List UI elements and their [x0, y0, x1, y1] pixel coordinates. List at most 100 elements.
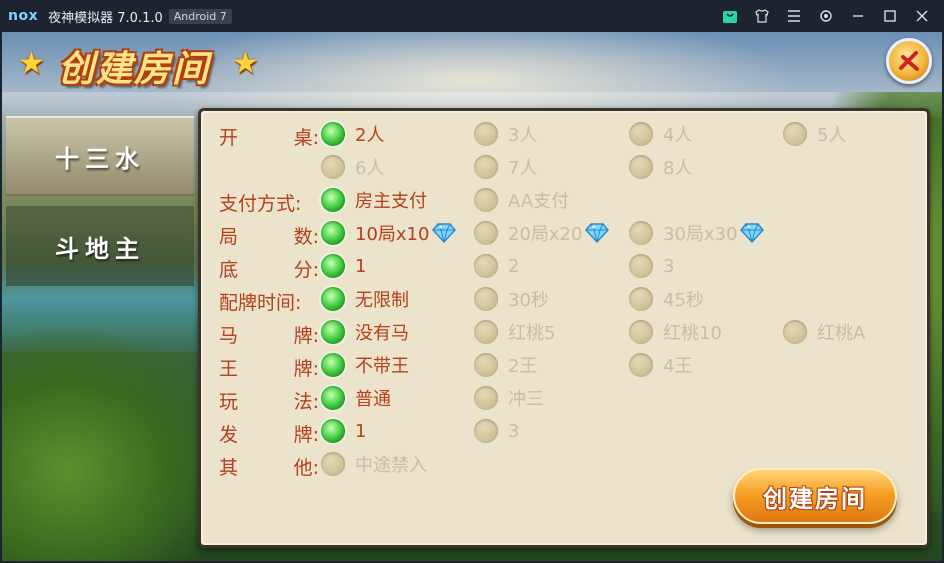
radio-option[interactable]: 中途禁入	[321, 451, 427, 477]
setting-label: 马 牌:	[219, 321, 319, 348]
sidebar-item-doudizhu[interactable]: 斗地主	[6, 206, 194, 286]
radio-option[interactable]: 冲三	[474, 385, 544, 411]
window-controls	[714, 0, 938, 32]
radio-option-label: 2王	[508, 356, 538, 377]
radio-option-label: 3人	[508, 125, 538, 146]
setting-label-part: 牌:	[293, 424, 319, 446]
radio-unchecked-icon[interactable]	[629, 353, 653, 377]
radio-option[interactable]: 红桃A	[783, 319, 865, 345]
radio-option-label: 7人	[508, 158, 538, 179]
radio-option[interactable]: 4王	[629, 352, 692, 378]
create-room-button[interactable]: 创建房间	[733, 468, 897, 524]
radio-option[interactable]: AA支付	[474, 187, 569, 213]
window-titlebar: nox 夜神模拟器 7.0.1.0 Android 7	[0, 0, 944, 32]
radio-unchecked-icon[interactable]	[629, 254, 653, 278]
radio-unchecked-icon[interactable]	[474, 287, 498, 311]
radio-unchecked-icon[interactable]	[783, 320, 807, 344]
radio-option[interactable]: 30局x30	[629, 220, 765, 246]
radio-option[interactable]: 30秒	[474, 286, 549, 312]
window-title: 夜神模拟器 7.0.1.0	[48, 10, 163, 26]
maximize-icon[interactable]	[874, 0, 906, 32]
radio-option[interactable]: 3人	[474, 121, 537, 147]
radio-unchecked-icon[interactable]	[474, 419, 498, 443]
setting-label: 配牌时间:	[219, 288, 319, 315]
radio-option[interactable]: 6人	[321, 154, 384, 180]
radio-checked-icon[interactable]	[321, 221, 345, 245]
radio-option[interactable]: 20局x20	[474, 220, 610, 246]
close-icon[interactable]	[906, 0, 938, 32]
radio-option-label: 普通	[355, 389, 391, 410]
settings-row: 马 牌: 没有马 红桃5 红桃10 红桃A	[201, 315, 933, 348]
radio-option-label: 中途禁入	[355, 455, 427, 476]
radio-unchecked-icon[interactable]	[474, 254, 498, 278]
radio-option[interactable]: 5人	[783, 121, 846, 147]
radio-option-label: 5人	[817, 125, 847, 146]
gear-icon[interactable]	[810, 0, 842, 32]
radio-unchecked-icon[interactable]	[321, 452, 345, 476]
radio-unchecked-icon[interactable]	[629, 122, 653, 146]
radio-option-label: 4人	[663, 125, 693, 146]
radio-unchecked-icon[interactable]	[629, 287, 653, 311]
radio-checked-icon[interactable]	[321, 320, 345, 344]
radio-option[interactable]: 8人	[629, 154, 692, 180]
radio-option-label: 2人	[355, 125, 385, 146]
radio-unchecked-icon[interactable]	[474, 320, 498, 344]
radio-option-label: 红桃10	[663, 323, 722, 344]
radio-option[interactable]: 普通	[321, 385, 391, 411]
radio-option[interactable]: 1	[321, 253, 366, 279]
menu-icon[interactable]	[778, 0, 810, 32]
radio-option[interactable]: 2王	[474, 352, 537, 378]
diamond-icon	[585, 223, 610, 244]
shirt-icon[interactable]	[746, 0, 778, 32]
sidebar-item-shisanshui[interactable]: 十三水	[6, 116, 194, 196]
radio-checked-icon[interactable]	[321, 122, 345, 146]
radio-option[interactable]: 45秒	[629, 286, 704, 312]
radio-checked-icon[interactable]	[321, 254, 345, 278]
radio-option[interactable]: 1	[321, 418, 366, 444]
setting-label: 底 分:	[219, 255, 319, 282]
close-dialog-button[interactable]	[886, 38, 932, 84]
radio-option[interactable]: 红桃10	[629, 319, 722, 345]
radio-unchecked-icon[interactable]	[474, 221, 498, 245]
radio-option-label: 房主支付	[355, 191, 427, 212]
radio-unchecked-icon[interactable]	[629, 320, 653, 344]
radio-option[interactable]: 没有马	[321, 319, 409, 345]
radio-checked-icon[interactable]	[321, 188, 345, 212]
settings-row: 支付方式: 房主支付 AA支付	[201, 183, 933, 216]
setting-label-part: 其	[219, 457, 239, 479]
radio-option[interactable]: 无限制	[321, 286, 409, 312]
radio-option[interactable]: 房主支付	[321, 187, 427, 213]
radio-unchecked-icon[interactable]	[474, 353, 498, 377]
radio-unchecked-icon[interactable]	[321, 155, 345, 179]
radio-unchecked-icon[interactable]	[474, 386, 498, 410]
radio-option-label: 无限制	[355, 290, 409, 311]
radio-unchecked-icon[interactable]	[474, 122, 498, 146]
radio-option[interactable]: 10局x10	[321, 220, 457, 246]
settings-row: 6人 7人 8人	[201, 150, 933, 183]
radio-option[interactable]: 3	[474, 418, 519, 444]
shop-icon[interactable]	[714, 0, 746, 32]
minimize-icon[interactable]	[842, 0, 874, 32]
radio-checked-icon[interactable]	[321, 386, 345, 410]
radio-unchecked-icon[interactable]	[629, 221, 653, 245]
radio-checked-icon[interactable]	[321, 287, 345, 311]
radio-option[interactable]: 7人	[474, 154, 537, 180]
radio-unchecked-icon[interactable]	[629, 155, 653, 179]
radio-option[interactable]: 3	[629, 253, 674, 279]
radio-option[interactable]: 2人	[321, 121, 384, 147]
setting-label-part: 玩	[219, 391, 239, 413]
radio-unchecked-icon[interactable]	[474, 188, 498, 212]
radio-option[interactable]: 4人	[629, 121, 692, 147]
radio-option[interactable]: 2	[474, 253, 519, 279]
radio-unchecked-icon[interactable]	[474, 155, 498, 179]
radio-checked-icon[interactable]	[321, 419, 345, 443]
setting-label-part: 配牌时间:	[219, 292, 302, 314]
setting-label-part: 他:	[293, 457, 319, 479]
radio-checked-icon[interactable]	[321, 353, 345, 377]
setting-label: 支付方式:	[219, 189, 319, 216]
background-foliage-left	[2, 332, 222, 561]
radio-option[interactable]: 红桃5	[474, 319, 555, 345]
setting-label: 玩 法:	[219, 387, 319, 414]
radio-unchecked-icon[interactable]	[783, 122, 807, 146]
radio-option[interactable]: 不带王	[321, 352, 409, 378]
